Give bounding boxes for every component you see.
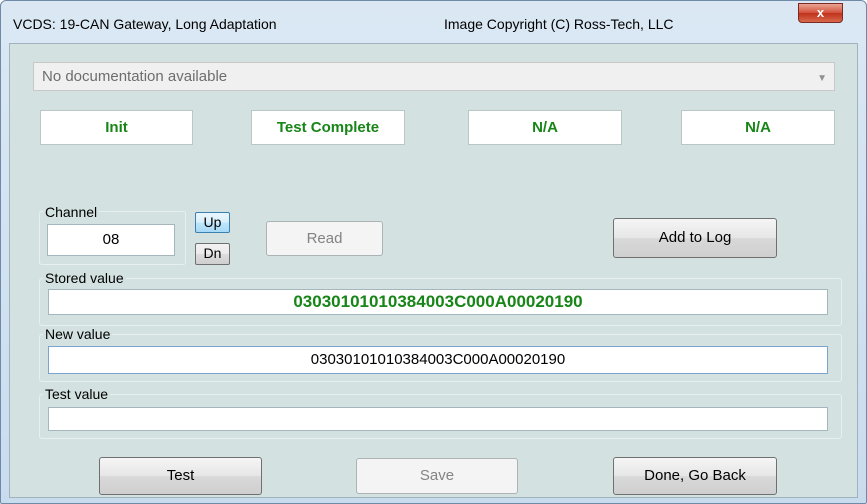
add-to-log-button[interactable]: Add to Log <box>613 218 777 258</box>
channel-label: Channel <box>43 204 100 220</box>
stored-value-label: Stored value <box>43 270 126 286</box>
new-value-label: New value <box>43 326 113 342</box>
close-icon: x <box>816 5 825 20</box>
chevron-down-icon: ▼ <box>817 73 827 84</box>
new-value-input[interactable]: 03030101010384003C000A00020190 <box>48 346 828 374</box>
channel-up-button[interactable]: Up <box>195 212 230 233</box>
status-box-na-1: N/A <box>468 110 622 145</box>
test-button[interactable]: Test <box>99 457 262 495</box>
adaptation-window: VCDS: 19-CAN Gateway, Long Adaptation Im… <box>0 0 867 504</box>
save-button[interactable]: Save <box>356 458 518 494</box>
title-bar[interactable]: VCDS: 19-CAN Gateway, Long Adaptation Im… <box>1 1 866 43</box>
done-go-back-button[interactable]: Done, Go Back <box>613 457 777 495</box>
read-button[interactable]: Read <box>266 221 383 256</box>
test-value-field <box>48 407 828 431</box>
window-title: VCDS: 19-CAN Gateway, Long Adaptation <box>13 16 277 32</box>
documentation-dropdown[interactable]: No documentation available ▼ <box>33 62 835 91</box>
copyright-text: Image Copyright (C) Ross-Tech, LLC <box>444 16 674 32</box>
status-box-na-2: N/A <box>681 110 835 145</box>
status-box-init: Init <box>40 110 193 145</box>
test-value-label: Test value <box>43 386 111 402</box>
client-area: No documentation available ▼ Init Test C… <box>9 43 858 498</box>
status-box-test: Test Complete <box>251 110 405 145</box>
channel-down-button[interactable]: Dn <box>195 243 230 265</box>
documentation-value: No documentation available <box>42 68 228 85</box>
stored-value-field: 03030101010384003C000A00020190 <box>48 289 828 315</box>
close-button[interactable]: x <box>798 3 843 23</box>
channel-input[interactable]: 08 <box>47 224 175 256</box>
